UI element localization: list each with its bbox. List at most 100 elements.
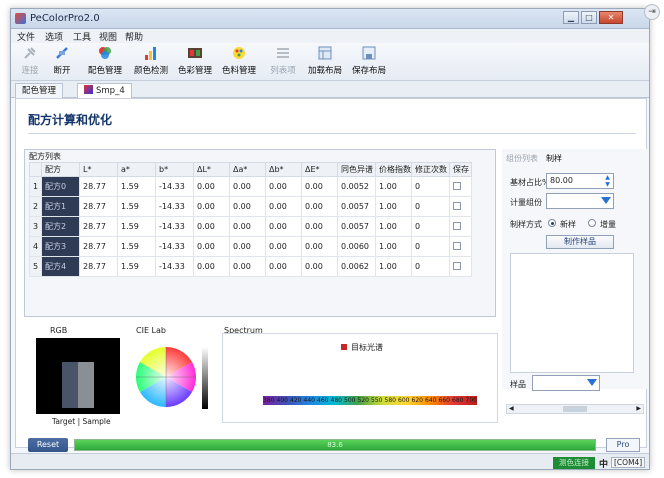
sidebar-toggle-icon[interactable]: ⇥ [644,4,660,20]
app-logo-icon [15,13,26,24]
formula-name-cell: 配方4 [41,256,80,277]
save-checkbox[interactable] [453,181,461,190]
meter-component-dropdown[interactable] [546,193,614,209]
table-row[interactable]: 1 配方0 28.77 1.59 -14.33 0.00 0.00 0.00 0.00 0.005… [29,176,472,197]
menu-help[interactable]: 帮助 [125,30,143,43]
save-checkbox[interactable] [453,261,461,270]
menu-tools[interactable]: 工具 [73,30,91,43]
sample-label: 样品 [510,380,526,389]
table-cell: 0.0060 [337,236,376,257]
sample-panel: 组份列表 制样 基材占比% 80.00 ▲ ▼ 计量组份 制样方式 新样 增量 制… [502,149,648,391]
save-checkbox[interactable] [453,221,461,230]
table-cell: 0.00 [229,216,266,237]
spin-arrows-icon[interactable]: ▲ ▼ [603,174,612,188]
spectrum-tick-label: 620 [411,397,423,404]
column-header[interactable]: 配方 [41,162,80,177]
menu-file[interactable]: 文件 [17,30,35,43]
save-cell [449,176,472,197]
new-sample-radio[interactable] [548,219,556,227]
save-cell [449,216,472,237]
scroll-right-icon[interactable]: ▶ [636,405,641,413]
row-number-header [29,162,42,177]
toolbar-connect-button[interactable]: 连接 [17,45,43,76]
table-cell: 0.00 [193,176,230,197]
minimize-button[interactable]: ▁ [563,11,579,24]
table-cell: 28.77 [79,196,118,217]
toolbar-save-layout-label: 保存布局 [351,66,386,76]
table-cell: 0 [411,196,450,217]
toolbar-color-match-button[interactable]: 配色管理 [85,45,125,76]
table-cell: 1.00 [375,176,412,197]
menu-view[interactable]: 视图 [99,30,117,43]
tab-color-match-label: 配色管理 [22,86,57,96]
table-cell: 28.77 [79,236,118,257]
list-icon [277,48,289,58]
column-header[interactable]: b* [155,162,194,177]
reset-button[interactable]: Reset [28,438,68,452]
table-row[interactable]: 4 配方3 28.77 1.59 -14.33 0.00 0.00 0.00 0.00 0.006… [29,236,472,257]
chevron-down-icon [587,379,597,386]
toolbar-color-detect-button[interactable]: 颜色检测 [131,45,171,76]
menu-options[interactable]: 选项 [45,30,63,43]
table-cell: 0.0057 [337,196,376,217]
save-cell [449,236,472,257]
column-header[interactable]: 修正次数 [411,162,450,177]
scroll-thumb[interactable] [563,406,587,412]
toolbar-disconnect-button[interactable]: 断开 [49,45,75,76]
table-cell: 0.00 [265,196,302,217]
column-header[interactable]: Δb* [265,162,302,177]
spectrum-legend: 目标光谱 [351,343,383,352]
toolbar-pigment-button[interactable]: 色料管理 [219,45,259,76]
save-checkbox[interactable] [453,201,461,210]
maximize-button[interactable]: □ [581,11,597,24]
sample-icon [84,85,93,94]
table-cell: 1.00 [375,196,412,217]
column-header[interactable]: ΔL* [193,162,230,177]
toolbar-load-layout-button[interactable]: 加载布局 [305,45,345,76]
toolbar-save-layout-button[interactable]: 保存布局 [349,45,389,76]
table-row[interactable]: 5 配方4 28.77 1.59 -14.33 0.00 0.00 0.00 0.00 0.006… [29,256,472,277]
tab-sample[interactable]: Smp_4 [77,83,132,99]
component-list-box[interactable] [510,253,634,373]
chevron-down-icon [601,197,611,204]
horizontal-scrollbar[interactable]: ◀ ▶ [506,404,644,414]
ime-indicator: 中 [599,460,609,470]
make-sample-button[interactable]: 制作样品 [546,235,614,249]
app-window: PeColorPro2.0 ▁ □ ✕ 文件 选项 工具 视图 帮助 连接 断开… [10,8,650,470]
table-row[interactable]: 2 配方1 28.77 1.59 -14.33 0.00 0.00 0.00 0.00 0.005… [29,196,472,217]
save-checkbox[interactable] [453,241,461,250]
increment-radio[interactable] [588,219,596,227]
base-ratio-spinbox[interactable]: 80.00 ▲ ▼ [546,173,614,189]
column-header[interactable]: ΔE* [301,162,338,177]
toolbar-color-match-label: 配色管理 [87,66,122,76]
close-button[interactable]: ✕ [599,11,623,24]
base-ratio-label: 基材占比% [510,178,550,187]
table-cell: 0.00 [193,216,230,237]
column-header[interactable]: 同色异谱 [337,162,376,177]
toolbar-list-button[interactable]: 列表项 [267,45,299,76]
table-cell: 1.00 [375,216,412,237]
table-cell: 0.0057 [337,216,376,237]
toolbar-pigment-label: 色料管理 [221,66,256,76]
column-header[interactable]: 保存 [449,162,472,177]
table-cell: 0.00 [301,236,338,257]
table-cell: 0.00 [301,216,338,237]
save-cell [449,256,472,277]
sample-dropdown[interactable] [532,375,600,391]
spectrum-tick-label: 440 [303,397,315,404]
tab-component-list[interactable]: 组份列表 [506,153,538,164]
table-row[interactable]: 3 配方2 28.77 1.59 -14.33 0.00 0.00 0.00 0.00 0.005… [29,216,472,237]
column-header[interactable]: L* [79,162,118,177]
column-header[interactable]: Δa* [229,162,266,177]
column-header[interactable]: 价格指数 [375,162,412,177]
table-cell: 28.77 [79,176,118,197]
progress-text: 83.6 [327,441,343,449]
tab-color-match[interactable]: 配色管理 [15,83,64,98]
toolbar-color-manage-button[interactable]: 色彩管理 [175,45,215,76]
column-header[interactable]: a* [117,162,156,177]
formula-name-cell: 配方3 [41,236,80,257]
tab-make-sample[interactable]: 制样 [546,153,562,164]
table-cell: 0.00 [265,236,302,257]
pro-button[interactable]: Pro [606,438,640,452]
scroll-left-icon[interactable]: ◀ [509,405,514,413]
